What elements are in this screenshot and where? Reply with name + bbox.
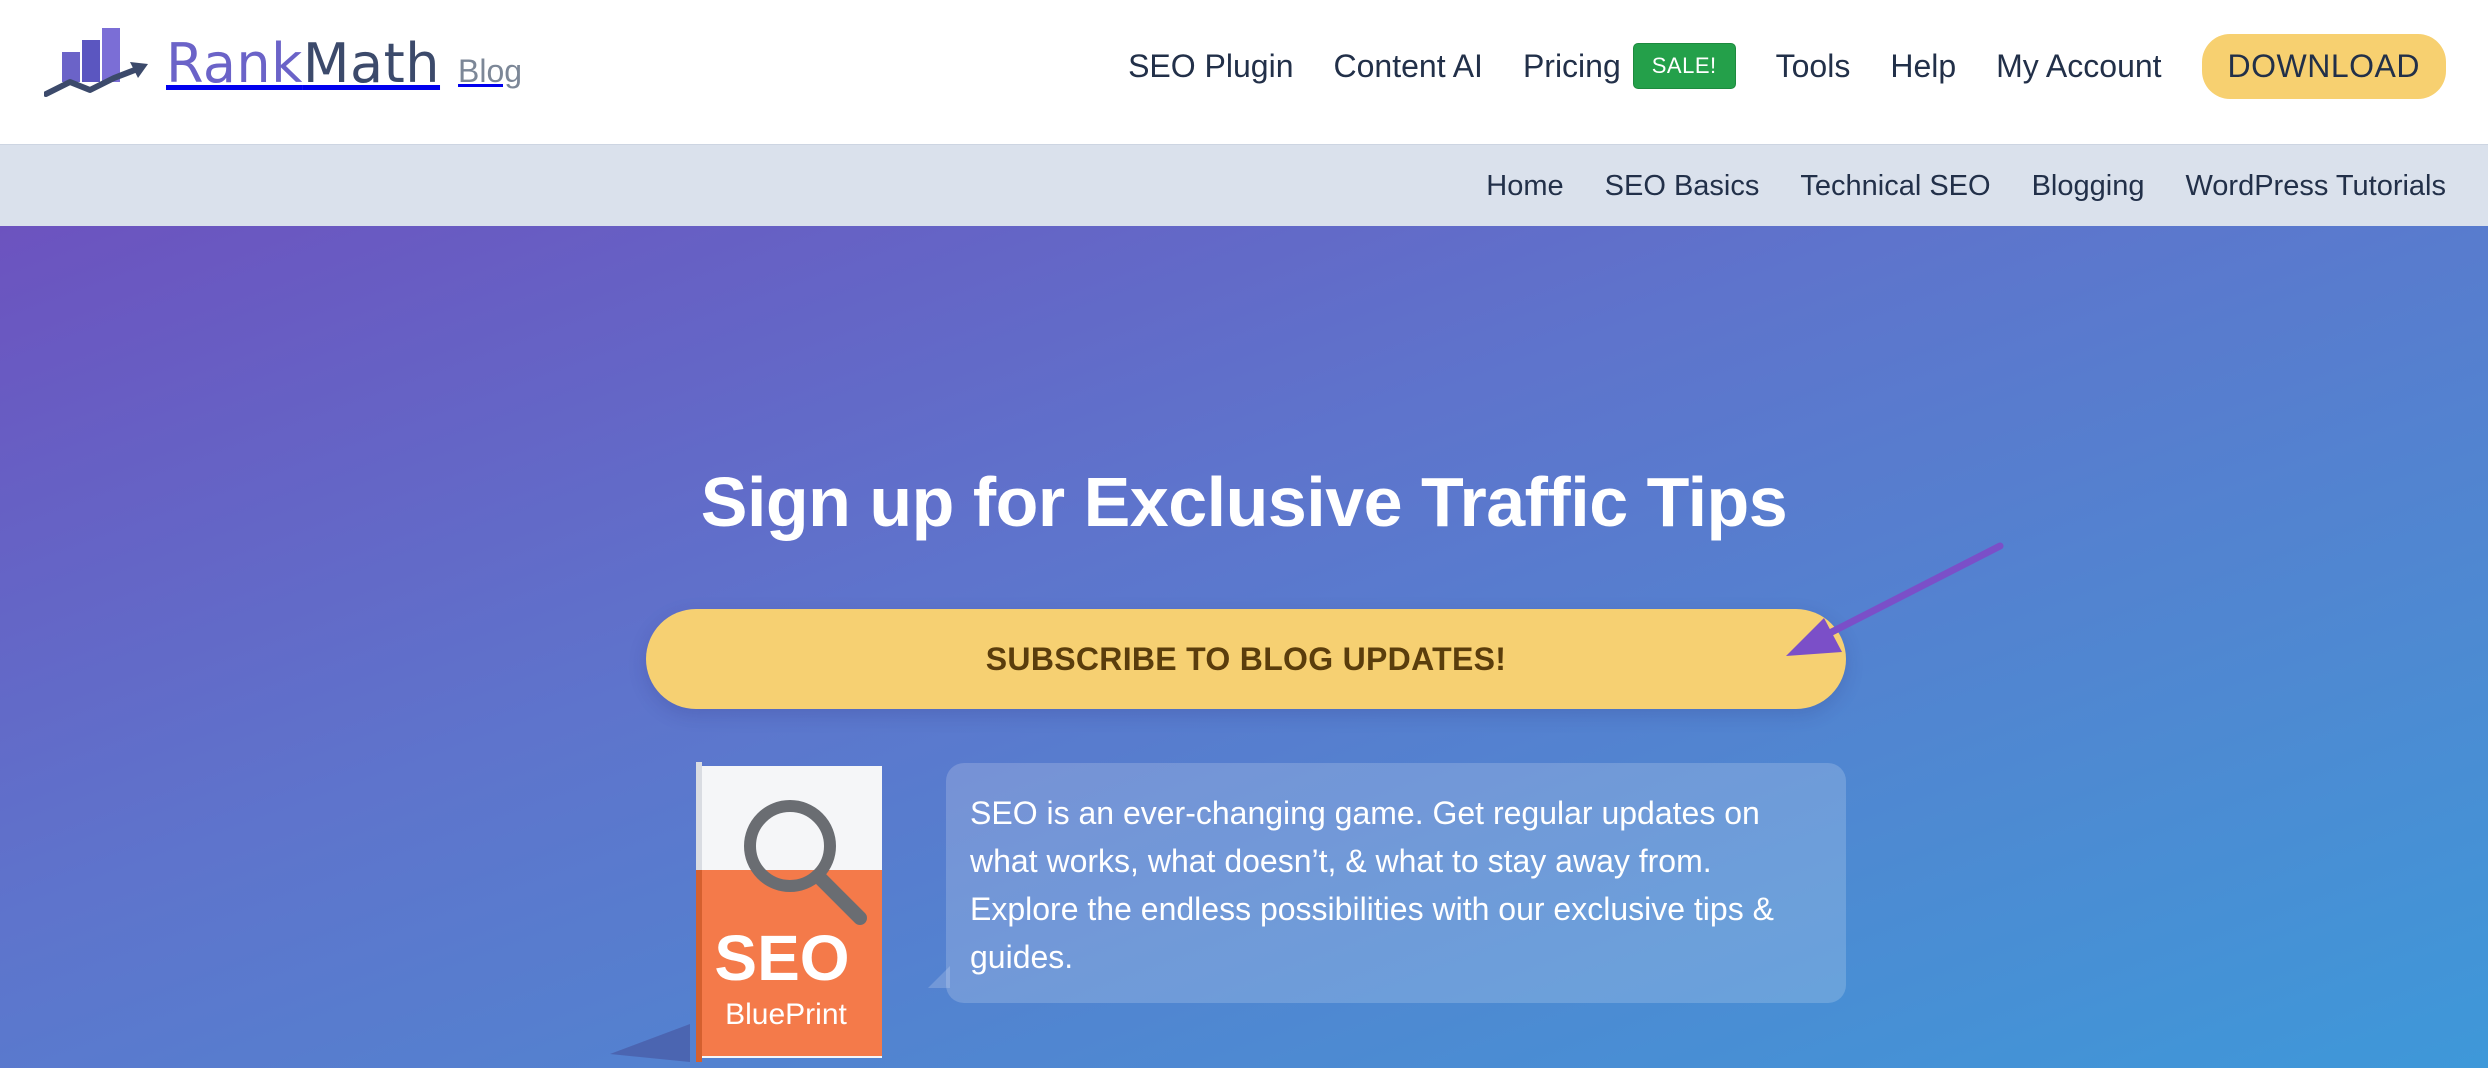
rankmath-bars-chart-icon	[44, 28, 148, 97]
hero-title: Sign up for Exclusive Traffic Tips	[700, 463, 1788, 541]
category-nav: Home SEO Basics Technical SEO Blogging W…	[1445, 145, 2446, 227]
subnav-home[interactable]: Home	[1486, 170, 1563, 203]
pointer-arrow-icon	[1786, 542, 2004, 656]
site-header: RankMath Blog SEO Plugin Content AI Pric…	[0, 0, 2488, 144]
brand-name-math: Math	[302, 31, 441, 95]
subnav-seo-basics[interactable]: SEO Basics	[1605, 170, 1760, 203]
info-box: SEO is an ever-changing game. Get regula…	[946, 763, 1846, 1003]
nav-seo-plugin[interactable]: SEO Plugin	[1128, 48, 1293, 85]
nav-tools[interactable]: Tools	[1776, 48, 1851, 85]
book-subtitle: BluePrint	[725, 998, 847, 1031]
brand-name-rank: Rank	[166, 31, 303, 95]
info-description: SEO is an ever-changing game. Get regula…	[970, 795, 1774, 975]
brand-logo-link[interactable]: RankMath Blog	[44, 28, 522, 98]
subscribe-button[interactable]: SUBSCRIBE TO BLOG UPDATES!	[646, 609, 1846, 709]
nav-pricing[interactable]: Pricing SALE!	[1523, 43, 1736, 89]
subnav-wordpress-tutorials[interactable]: WordPress Tutorials	[2185, 170, 2446, 203]
category-bar: Home SEO Basics Technical SEO Blogging W…	[0, 144, 2488, 226]
brand-name: RankMath	[166, 32, 440, 95]
seo-blueprint-book: SEO BluePrint	[610, 762, 882, 1062]
nav-pricing-label: Pricing	[1522, 47, 1621, 84]
book-title: SEO	[714, 922, 849, 994]
subnav-technical-seo[interactable]: Technical SEO	[1800, 170, 1990, 203]
subscribe-hero: Sign up for Exclusive Traffic Tips SUBSC…	[0, 226, 2488, 1068]
main-nav: SEO Plugin Content AI Pricing SALE! Tool…	[1088, 33, 2446, 99]
nav-my-account[interactable]: My Account	[1996, 48, 2161, 85]
nav-help[interactable]: Help	[1890, 48, 1956, 85]
subnav-blogging[interactable]: Blogging	[2032, 170, 2145, 203]
nav-content-ai[interactable]: Content AI	[1334, 48, 1483, 85]
sale-badge: SALE!	[1632, 43, 1736, 89]
brand-section-label: Blog	[458, 52, 523, 89]
download-button[interactable]: DOWNLOAD	[2201, 33, 2446, 99]
